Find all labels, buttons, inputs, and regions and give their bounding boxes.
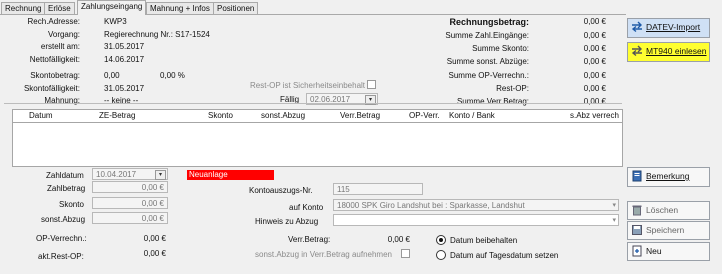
zahldatum-label: Zahldatum xyxy=(46,171,84,180)
auf-konto-label: auf Konto xyxy=(289,203,324,212)
erstellt-label: erstellt am: xyxy=(40,42,80,51)
save-icon xyxy=(632,225,642,235)
skontobetrag-value: 0,00 xyxy=(104,71,120,80)
col-konto-bank[interactable]: Konto / Bank xyxy=(449,111,495,120)
hinweis-select[interactable]: ▾ xyxy=(333,214,619,226)
sonst-abzug-label: sonst.Abzug xyxy=(41,215,86,224)
speichern-label: Speichern xyxy=(646,225,685,235)
sonst-abzug-input[interactable]: 0,00 € xyxy=(92,212,168,224)
calendar-dropdown-icon[interactable]: ▾ xyxy=(155,170,166,180)
chevron-down-icon[interactable]: ▾ xyxy=(612,200,616,212)
hinweis-label: Hinweis zu Abzug xyxy=(255,217,319,226)
radio-datum-beibehalten-label: Datum beibehalten xyxy=(450,236,518,245)
arrows-exchange-icon xyxy=(631,21,642,33)
kontoauszug-input[interactable]: 115 xyxy=(333,183,423,195)
skontobetrag-label: Skontobetrag: xyxy=(30,71,80,80)
summe-verr-betrag-label: Summe Verr.Betrag: xyxy=(456,97,529,106)
skonto-label: Skonto xyxy=(59,200,84,209)
speichern-button[interactable]: Speichern xyxy=(627,221,710,240)
summe-op-verrechn-label: Summe OP-Verrechn.: xyxy=(448,71,529,80)
section-divider xyxy=(4,103,622,104)
rest-op-label: Rest-OP: xyxy=(496,84,529,93)
col-datum[interactable]: Datum xyxy=(29,111,53,120)
skonto-percent: 0,00 % xyxy=(160,71,185,80)
trash-icon xyxy=(632,205,642,216)
summe-sonst-abzuege-value: 0,00 € xyxy=(583,57,606,66)
nettofaelligkeit-label: Nettofälligkeit: xyxy=(29,55,80,64)
summe-skonto-label: Summe Skonto: xyxy=(472,44,529,53)
akt-rest-op-value: 0,00 € xyxy=(143,249,166,258)
summe-skonto-value: 0,00 € xyxy=(583,44,606,53)
verr-betrag-label: Verr.Betrag: xyxy=(288,235,331,244)
summe-op-verrechn-value: 0,00 € xyxy=(583,71,606,80)
erstellt-value: 31.05.2017 xyxy=(104,42,145,51)
skonto-input[interactable]: 0,00 € xyxy=(92,197,168,209)
summe-zahl-eingaenge-label: Summe Zahl.Eingänge: xyxy=(445,31,529,40)
verr-betrag-value: 0,00 € xyxy=(387,235,410,244)
vorgang-value: Regierechnung Nr.: S17-1524 xyxy=(104,30,210,39)
rechnungsbetrag-label: Rechnungsbetrag: xyxy=(449,17,529,27)
akt-rest-op-label: akt.Rest-OP: xyxy=(38,252,84,261)
payments-grid[interactable]: Datum ZE-Betrag Skonto sonst.Abzug Verr.… xyxy=(12,109,623,167)
nettofaelligkeit-value: 14.06.2017 xyxy=(104,55,145,64)
col-s-abz-verrech[interactable]: s.Abz verrech xyxy=(570,111,619,120)
grid-header: Datum ZE-Betrag Skonto sonst.Abzug Verr.… xyxy=(13,110,622,123)
zahldatum-input[interactable]: 10.04.2017 ▾ xyxy=(92,168,168,180)
skontofaelligkeit-value: 31.05.2017 xyxy=(104,84,145,93)
col-verr-betrag[interactable]: Verr.Betrag xyxy=(340,111,380,120)
radio-selected-dot xyxy=(439,238,443,242)
op-verrechn-value: 0,00 € xyxy=(143,234,166,243)
loeschen-label: Löschen xyxy=(646,205,679,215)
zahldatum-value: 10.04.2017 xyxy=(96,170,137,179)
radio-datum-tagesdatum[interactable] xyxy=(436,250,446,260)
sonst-abzug-verr-label: sonst.Abzug in Verr.Betrag aufnehmen xyxy=(255,250,392,259)
chevron-down-icon[interactable]: ▾ xyxy=(612,215,616,227)
arrows-exchange-icon xyxy=(631,45,642,57)
auf-konto-value: 18000 SPK Giro Landshut bei : Sparkasse,… xyxy=(337,201,525,210)
tab-zahlungseingang[interactable]: Zahlungseingang xyxy=(77,0,147,15)
loeschen-button[interactable]: Löschen xyxy=(627,201,710,220)
summe-verr-betrag-value: 0,00 € xyxy=(583,97,606,106)
neu-button[interactable]: Neu xyxy=(627,242,710,261)
op-verrechn-label: OP-Verrechn.: xyxy=(36,234,87,243)
rechnungsbetrag-value: 0,00 € xyxy=(583,17,606,26)
summe-zahl-eingaenge-value: 0,00 € xyxy=(583,31,606,40)
rest-op-value: 0,00 € xyxy=(583,84,606,93)
radio-datum-beibehalten[interactable] xyxy=(436,235,446,245)
tab-bar: Rechnung Erlöse Zahlungseingang Mahnung … xyxy=(0,0,722,15)
rest-op-sicherheit-checkbox[interactable] xyxy=(367,80,376,89)
datev-import-button[interactable]: DATEV-Import xyxy=(627,18,710,38)
note-icon xyxy=(632,170,642,182)
vorgang-label: Vorgang: xyxy=(47,30,80,39)
datev-import-label: DATEV-Import xyxy=(646,22,701,32)
bemerkung-button[interactable]: Bemerkung xyxy=(627,167,710,187)
summe-sonst-abzuege-label: Summe sonst. Abzüge: xyxy=(446,57,529,66)
new-document-icon xyxy=(632,245,642,257)
zahlbetrag-label: Zahlbetrag xyxy=(47,184,86,193)
neu-label: Neu xyxy=(646,246,662,256)
zahlbetrag-input[interactable]: 0,00 € xyxy=(92,181,168,193)
status-badge: Neuanlage xyxy=(187,170,274,180)
rest-op-sicherheit-label: Rest-OP ist Sicherheitseinbehalt xyxy=(250,81,366,90)
rech-adresse-value: KWP3 xyxy=(104,17,127,26)
sonst-abzug-verr-checkbox[interactable] xyxy=(401,249,410,258)
col-ze-betrag[interactable]: ZE-Betrag xyxy=(99,111,135,120)
auf-konto-select[interactable]: 18000 SPK Giro Landshut bei : Sparkasse,… xyxy=(333,199,619,211)
bemerkung-label: Bemerkung xyxy=(646,171,690,181)
kontoauszug-label: Kontoauszugs-Nr. xyxy=(249,186,313,195)
skontofaelligkeit-label: Skontofälligkeit: xyxy=(23,84,80,93)
col-sonst-abzug[interactable]: sonst.Abzug xyxy=(261,111,305,120)
rech-adresse-label: Rech.Adresse: xyxy=(27,17,80,26)
radio-datum-tagesdatum-label: Datum auf Tagesdatum setzen xyxy=(450,251,559,260)
mt940-label: MT940 einlesen xyxy=(646,46,707,56)
col-op-verr[interactable]: OP-Verr. xyxy=(409,111,440,120)
col-skonto[interactable]: Skonto xyxy=(208,111,233,120)
mt940-button[interactable]: MT940 einlesen xyxy=(627,42,710,62)
